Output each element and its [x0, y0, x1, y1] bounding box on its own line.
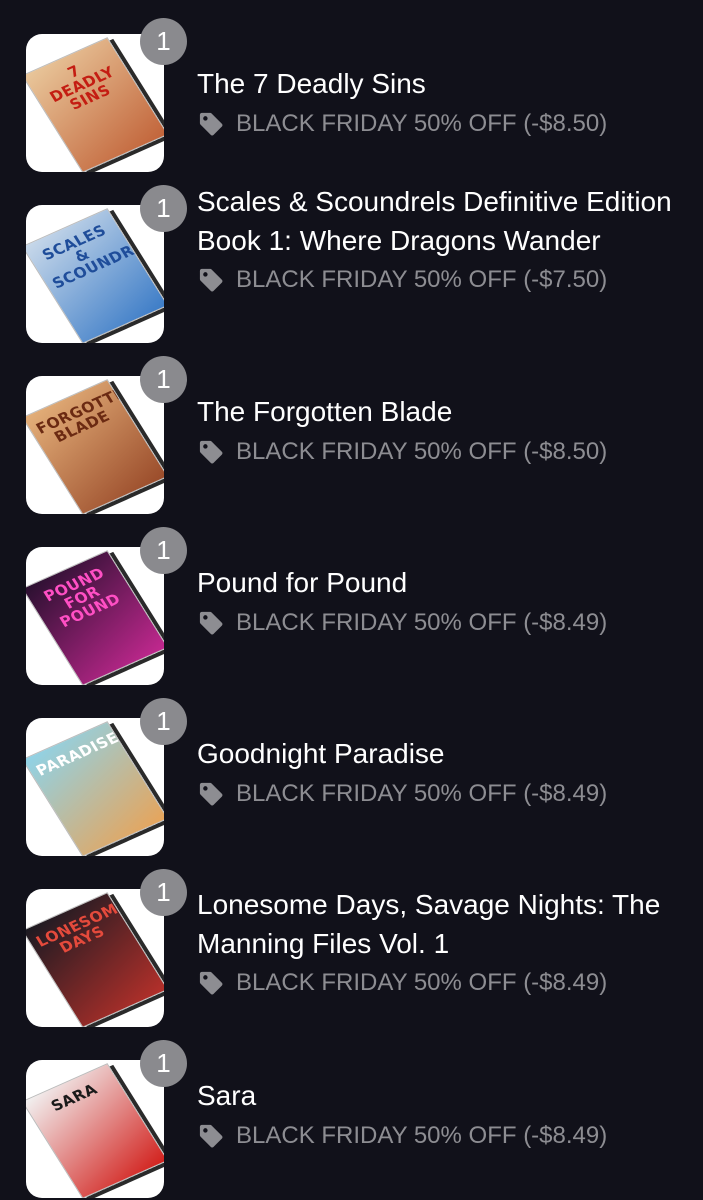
- cover-title: SARA: [47, 1080, 101, 1115]
- item-title: Lonesome Days, Savage Nights: The Mannin…: [197, 889, 661, 959]
- cover-art: 7 DEADLY SINS: [26, 37, 164, 172]
- item-details: Goodnight Paradise BLACK FRIDAY 50% OFF …: [197, 735, 697, 810]
- item-details: The Forgotten Blade BLACK FRIDAY 50% OFF…: [197, 393, 697, 468]
- discount-line: BLACK FRIDAY 50% OFF (-$8.50): [197, 436, 697, 468]
- book-cover-thumbnail[interactable]: LONESOME DAYS: [26, 889, 164, 1027]
- cover-title: 7 DEADLY SINS: [46, 61, 118, 114]
- item-details: The 7 Deadly Sins BLACK FRIDAY 50% OFF (…: [197, 65, 697, 140]
- book-cover-thumbnail[interactable]: FORGOTTEN BLADE: [26, 376, 164, 514]
- quantity-badge: 1: [140, 185, 187, 232]
- cover-title: SCALES & SCOUNDRELS: [38, 221, 164, 293]
- item-title: The 7 Deadly Sins: [197, 68, 426, 99]
- discount-line: BLACK FRIDAY 50% OFF (-$8.49): [197, 607, 697, 639]
- item-title: The Forgotten Blade: [197, 396, 453, 427]
- cover-title: LONESOME DAYS: [32, 895, 132, 957]
- cart-item[interactable]: FORGOTTEN BLADE 1 The Forgotten Blade BL…: [0, 356, 703, 539]
- cart-item[interactable]: SCALES & SCOUNDRELS 1 Scales & Scoundrel…: [0, 185, 703, 368]
- quantity-badge: 1: [140, 18, 187, 65]
- discount-line: BLACK FRIDAY 50% OFF (-$7.50): [197, 264, 697, 296]
- quantity-badge: 1: [140, 698, 187, 745]
- item-title: Pound for Pound: [197, 567, 408, 598]
- cart-item[interactable]: 7 DEADLY SINS 1 The 7 Deadly Sins BLACK …: [0, 18, 703, 197]
- cover-title: PARADISE: [32, 728, 123, 780]
- book-cover-thumbnail[interactable]: POUND FOR POUND: [26, 547, 164, 685]
- discount-text: BLACK FRIDAY 50% OFF (-$8.50): [236, 109, 608, 137]
- book-cover-thumbnail[interactable]: SCALES & SCOUNDRELS: [26, 205, 164, 343]
- cover-art: PARADISE: [26, 721, 164, 856]
- cover-title: FORGOTTEN BLADE: [32, 379, 141, 446]
- cover-art: POUND FOR POUND: [26, 550, 164, 685]
- item-title: Scales & Scoundrels Definitive Edition B…: [197, 186, 672, 256]
- discount-line: BLACK FRIDAY 50% OFF (-$8.50): [197, 108, 697, 140]
- discount-line: BLACK FRIDAY 50% OFF (-$8.49): [197, 778, 697, 810]
- discount-text: BLACK FRIDAY 50% OFF (-$7.50): [236, 266, 608, 293]
- discount-text: BLACK FRIDAY 50% OFF (-$8.50): [236, 437, 608, 465]
- item-details: Lonesome Days, Savage Nights: The Mannin…: [197, 886, 697, 999]
- quantity-badge: 1: [140, 527, 187, 574]
- book-cover-thumbnail[interactable]: SARA: [26, 1060, 164, 1198]
- cart-item-list: 7 DEADLY SINS 1 The 7 Deadly Sins BLACK …: [0, 0, 703, 1200]
- item-details: Sara BLACK FRIDAY 50% OFF (-$8.49): [197, 1077, 697, 1152]
- discount-line: BLACK FRIDAY 50% OFF (-$8.49): [197, 1120, 697, 1152]
- cover-art: FORGOTTEN BLADE: [26, 379, 164, 514]
- discount-text: BLACK FRIDAY 50% OFF (-$8.49): [236, 969, 608, 996]
- cart-item[interactable]: PARADISE 1 Goodnight Paradise BLACK FRID…: [0, 698, 703, 881]
- discount-text: BLACK FRIDAY 50% OFF (-$8.49): [236, 779, 608, 807]
- cover-art: LONESOME DAYS: [26, 892, 164, 1027]
- price-tag-icon: [199, 971, 223, 995]
- quantity-badge: 1: [140, 1040, 187, 1087]
- cover-art: SARA: [26, 1063, 164, 1198]
- discount-line: BLACK FRIDAY 50% OFF (-$8.49): [197, 967, 697, 999]
- price-tag-icon: [199, 782, 223, 805]
- item-title: Goodnight Paradise: [197, 738, 445, 769]
- item-details: Scales & Scoundrels Definitive Edition B…: [197, 183, 697, 296]
- price-tag-icon: [199, 440, 223, 463]
- quantity-badge: 1: [140, 356, 187, 403]
- price-tag-icon: [199, 268, 223, 292]
- price-tag-icon: [199, 611, 223, 634]
- quantity-badge: 1: [140, 869, 187, 916]
- cart-item[interactable]: POUND FOR POUND 1 Pound for Pound BLACK …: [0, 527, 703, 710]
- item-title: Sara: [197, 1080, 257, 1111]
- price-tag-icon: [199, 112, 223, 135]
- cover-art: SCALES & SCOUNDRELS: [26, 208, 164, 343]
- discount-text: BLACK FRIDAY 50% OFF (-$8.49): [236, 608, 608, 636]
- cart-item[interactable]: LONESOME DAYS 1 Lonesome Days, Savage Ni…: [0, 869, 703, 1052]
- price-tag-icon: [199, 1124, 223, 1147]
- cart-item[interactable]: SARA 1 Sara BLACK FRIDAY 50% OFF (-$8.49…: [0, 1040, 703, 1200]
- item-details: Pound for Pound BLACK FRIDAY 50% OFF (-$…: [197, 564, 697, 639]
- cover-title: POUND FOR POUND: [40, 563, 124, 631]
- book-cover-thumbnail[interactable]: PARADISE: [26, 718, 164, 856]
- discount-text: BLACK FRIDAY 50% OFF (-$8.49): [236, 1121, 608, 1149]
